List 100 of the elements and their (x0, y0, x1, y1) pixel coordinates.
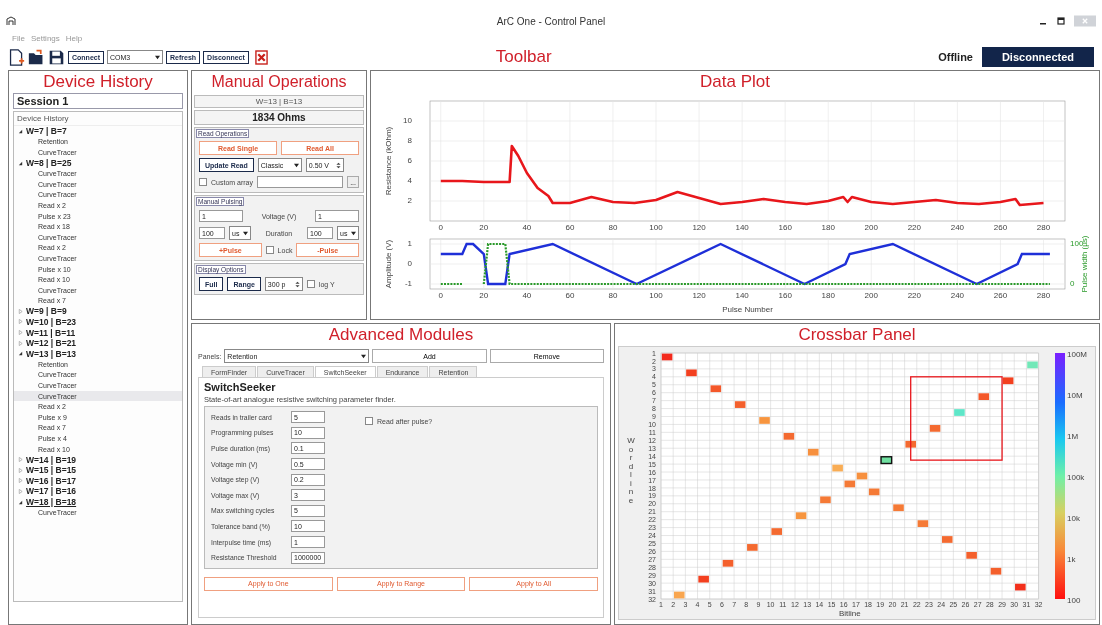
tree-toggle-icon[interactable] (18, 467, 23, 473)
crossbar-cell[interactable] (905, 440, 916, 448)
checkbox[interactable] (199, 178, 207, 186)
open-folder-icon[interactable] (28, 47, 45, 67)
crossbar-cell[interactable] (917, 520, 929, 527)
tree-toggle-icon[interactable] (18, 489, 23, 494)
device-node[interactable]: W=14 | B=19 (26, 454, 77, 465)
tree-toggle-icon[interactable] (18, 330, 23, 336)
x-tick-label: 140 (735, 223, 749, 232)
crossbar-cell[interactable] (783, 432, 795, 440)
dropdown-arrow-icon (155, 53, 160, 61)
section-label: Manual Operations (210, 72, 348, 92)
y-tick-label: 0 (407, 259, 412, 268)
crossbar-cell[interactable] (820, 496, 831, 504)
crossbar-cell[interactable] (722, 559, 734, 567)
checkbox[interactable] (265, 246, 274, 254)
crossbar-cell[interactable] (807, 448, 819, 456)
crossbar-cell[interactable] (978, 393, 990, 400)
crossbar-cell[interactable] (966, 552, 977, 559)
axis-title: Wordline (627, 436, 635, 505)
session-name-field[interactable]: Session 1 (13, 93, 183, 109)
crossbar-cell[interactable] (1027, 361, 1038, 369)
section-label: Toolbar (495, 46, 552, 68)
crossbar-cell[interactable] (686, 369, 697, 377)
crossbar-cell[interactable] (893, 504, 904, 512)
color-scale-label: 1M (1067, 432, 1079, 441)
maximize-icon[interactable] (1056, 16, 1066, 26)
x-tick-label: 60 (565, 223, 575, 232)
crossbar-cell[interactable] (941, 536, 953, 543)
device-node[interactable]: W=12 | B=21 (26, 338, 77, 349)
crossbar-cell[interactable] (844, 480, 856, 488)
app-icon (6, 16, 16, 26)
crossbar-cell[interactable] (795, 512, 807, 520)
y-tick-label: 10 (403, 116, 412, 125)
crossbar-cell[interactable] (832, 464, 843, 472)
tree-toggle-icon[interactable] (18, 340, 23, 346)
x-tick-label: 180 (821, 291, 835, 300)
y-tick-label: 2 (407, 196, 412, 205)
crossbar-cell[interactable] (990, 567, 1002, 575)
device-node[interactable]: W=8 | B=25 (26, 158, 72, 169)
crossbar-cell[interactable] (880, 456, 893, 465)
device-node[interactable]: W=15 | B=15 (26, 465, 77, 476)
x-tick-label: 60 (565, 291, 575, 300)
x-tick-label: 80 (608, 291, 618, 300)
y-tick-label: 0 (1070, 279, 1075, 288)
new-file-icon[interactable] (8, 47, 25, 67)
device-label: W=13 | B=13 (194, 95, 364, 108)
tree-toggle-icon[interactable] (18, 499, 23, 505)
tree-toggle-icon[interactable] (18, 457, 23, 463)
tree-toggle-icon[interactable] (18, 308, 23, 314)
tree-toggle-icon[interactable] (18, 319, 23, 325)
close-icon[interactable] (254, 49, 268, 65)
crossbar-cell[interactable] (1015, 583, 1026, 591)
mode-label: Offline (938, 51, 973, 63)
device-node[interactable]: W=11 | B=11 (26, 327, 76, 338)
window-title: ArC One - Control Panel (496, 15, 606, 27)
x-tick-label: 260 (993, 223, 1008, 232)
section-label: Device History (42, 71, 154, 93)
tree-toggle-icon[interactable] (18, 351, 23, 357)
crossbar-cell[interactable] (856, 472, 868, 480)
x-tick-label: 120 (692, 291, 706, 300)
device-node[interactable]: W=7 | B=7 (26, 126, 67, 137)
tree-toggle-icon[interactable] (18, 128, 23, 134)
crossbar-cell[interactable] (929, 425, 941, 432)
device-node[interactable]: W=16 | B=17 (26, 475, 77, 486)
spinner-arrows-icon (335, 161, 341, 169)
crossbar-cell[interactable] (954, 409, 965, 416)
crossbar-cell[interactable] (734, 401, 746, 408)
device-node[interactable]: W=9 | B=9 (26, 306, 67, 317)
y-tick-label: -1 (404, 279, 412, 288)
crossbar-cell[interactable] (698, 575, 709, 583)
x-tick-label: 180 (821, 223, 835, 232)
checkbox[interactable] (306, 280, 315, 288)
dropdown-arrow-icon (361, 352, 367, 360)
crossbar-cell[interactable] (759, 417, 770, 424)
x-tick-label: 220 (907, 291, 921, 300)
tree-header: Device History (14, 112, 182, 126)
x-tick-label: 120 (692, 223, 706, 232)
y-tick-label: 1 (407, 239, 412, 248)
section-label: Crossbar Panel (797, 324, 917, 346)
x-tick-label: 260 (993, 291, 1008, 300)
crossbar-cell[interactable] (1002, 377, 1014, 385)
tree-toggle-icon[interactable] (18, 478, 23, 484)
crossbar-cell[interactable] (710, 385, 722, 393)
device-node[interactable]: W=17 | B=16 (26, 486, 77, 497)
tree-toggle-icon[interactable] (18, 160, 23, 166)
device-node[interactable]: W=10 | B=23 (26, 317, 77, 327)
color-scale-label: 100 (1067, 596, 1081, 605)
crossbar-cell[interactable] (661, 353, 673, 361)
crossbar-cell[interactable] (868, 488, 880, 496)
array-file-field[interactable] (257, 176, 344, 188)
color-scale-label: 100M (1067, 350, 1087, 359)
device-node[interactable]: W=13 | B=13 (26, 348, 77, 359)
y-tick-label: 4 (407, 176, 412, 185)
crossbar-cell[interactable] (674, 591, 685, 599)
checkbox[interactable] (365, 417, 373, 425)
crossbar-cell[interactable] (771, 528, 782, 535)
x-tick-label: 280 (1036, 291, 1051, 300)
crossbar-cell[interactable] (747, 544, 758, 551)
device-node[interactable]: W=18 | B=18 (26, 497, 77, 508)
